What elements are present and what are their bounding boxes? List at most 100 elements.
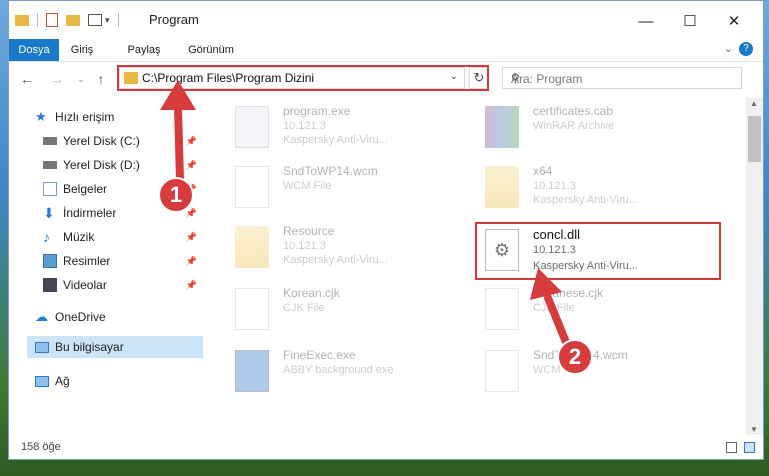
step-2-badge: 2 (557, 339, 593, 375)
tab-giris[interactable]: Giriş (61, 39, 103, 61)
sidebar-item-label: Ağ (55, 374, 70, 388)
window-title: Program (149, 12, 199, 27)
sidebar-item-label: İndirmeler (63, 206, 117, 220)
file-item[interactable]: SndToWP14.wcm WCM File (485, 346, 725, 402)
file-company: Kaspersky Anti-Viru... (283, 134, 388, 146)
file-version: 10.121.3 (283, 120, 326, 132)
scrollbar-thumb[interactable] (748, 116, 761, 162)
tab-dosya[interactable]: Dosya (9, 39, 59, 61)
customize-toolbar-icon[interactable] (88, 14, 102, 26)
folder-icon (485, 166, 519, 208)
sidebar-item-label: Belgeler (63, 182, 108, 196)
minimize-button[interactable]: — (623, 7, 669, 35)
file-item[interactable]: Japanese.cjk CJK File (485, 284, 725, 340)
details-view-icon[interactable] (726, 442, 737, 453)
file-item[interactable]: Korean.cjk CJK File (235, 284, 475, 340)
search-icon: ⚲ (511, 71, 520, 85)
sidebar-item-videos[interactable]: Videolar 📌 (43, 274, 203, 296)
separator (117, 13, 119, 27)
document-icon (485, 288, 519, 330)
sidebar-item-label: Yerel Disk (C:) (63, 134, 140, 148)
pictures-icon (43, 254, 57, 268)
sidebar-item-this-pc[interactable]: Bu bilgisayar (27, 336, 203, 358)
properties-icon[interactable] (46, 13, 58, 27)
up-button[interactable]: ↑ (91, 69, 111, 89)
folder-item[interactable]: Resource 10.121.3 Kaspersky Anti-Viru... (235, 222, 475, 278)
pin-icon[interactable]: 📌 (186, 232, 197, 243)
forward-button[interactable]: → (47, 69, 67, 89)
scroll-down-icon[interactable]: ▼ (750, 425, 758, 434)
sidebar-item-label: Videolar (63, 278, 107, 292)
file-name: program.exe (283, 104, 351, 118)
pin-icon[interactable]: 📌 (186, 136, 197, 147)
sidebar-item-onedrive[interactable]: ☁ OneDrive (35, 306, 203, 328)
pin-icon[interactable]: 📌 (186, 280, 197, 291)
back-button[interactable]: ← (17, 69, 37, 89)
sidebar-item-label: Yerel Disk (D:) (63, 158, 140, 172)
folder-item[interactable]: x64 10.121.3 Kaspersky Anti-Viru... (485, 162, 725, 218)
item-count: 158 öğe (21, 441, 61, 453)
explorer-window: ▾ Program — ☐ ✕ Dosya Giriş Paylaş Görün… (8, 0, 764, 460)
maximize-button[interactable]: ☐ (667, 7, 713, 35)
recent-locations-button[interactable]: ⌄ (71, 69, 91, 89)
sidebar-item-music[interactable]: ♪ Müzik 📌 (43, 226, 203, 248)
file-name: x64 (533, 164, 553, 178)
file-name: Japanese.cjk (533, 286, 604, 300)
search-box[interactable]: Ara: Program ⚲ (502, 67, 742, 89)
file-item[interactable]: program.exe 10.121.3 Kaspersky Anti-Viru… (235, 102, 475, 158)
quick-access-toolbar: ▾ (15, 11, 119, 29)
sidebar-item-network[interactable]: Ağ (35, 370, 203, 392)
videos-icon (43, 278, 57, 292)
file-type: ABBY background exe (283, 364, 394, 376)
navigation-pane: ★ Hızlı erişim Yerel Disk (C:) 📌 Yerel D… (9, 98, 205, 435)
sidebar-item-pictures[interactable]: Resimler 📌 (43, 250, 203, 272)
music-icon: ♪ (43, 229, 50, 245)
exe-file-icon (235, 350, 269, 392)
network-icon (35, 375, 49, 387)
sidebar-item-quick-access[interactable]: ★ Hızlı erişim (35, 106, 229, 128)
expand-ribbon-icon[interactable]: ⌄ (724, 42, 733, 55)
file-item[interactable]: FineExec.exe ABBY background exe (235, 346, 475, 402)
ribbon: Dosya Giriş Paylaş Görünüm ⌄ ? (9, 39, 763, 62)
tiles-view-icon[interactable] (744, 442, 755, 453)
file-version: 10.121.3 (533, 180, 576, 192)
new-folder-icon[interactable] (66, 14, 80, 26)
file-item[interactable]: certificates.cab WinRAR Archive (485, 102, 725, 158)
file-name: Korean.cjk (283, 286, 340, 300)
tab-gorunum[interactable]: Görünüm (181, 39, 241, 61)
close-button[interactable]: ✕ (711, 7, 757, 35)
address-highlight-box (117, 65, 489, 91)
file-name: SndToWP14.wcm (283, 164, 378, 178)
step-1-badge: 1 (158, 177, 194, 213)
document-icon (235, 166, 269, 208)
chevron-down-icon[interactable]: ▾ (105, 15, 110, 26)
pin-icon[interactable]: 📌 (186, 160, 197, 171)
pin-icon[interactable]: 📌 (186, 208, 197, 219)
sidebar-item-label: Müzik (63, 230, 95, 244)
tab-paylas[interactable]: Paylaş (117, 39, 171, 61)
scroll-up-icon[interactable]: ▲ (750, 99, 758, 108)
computer-icon (35, 341, 49, 353)
file-company: Kaspersky Anti-Viru... (533, 194, 638, 206)
file-version: 10.121.3 (283, 240, 326, 252)
sidebar-item-label: Bu bilgisayar (55, 340, 124, 354)
pin-icon[interactable]: 📌 (186, 256, 197, 267)
file-highlight-box (475, 222, 721, 280)
download-icon: ⬇ (43, 205, 55, 221)
file-item[interactable]: SndToWP14.wcm WCM File (235, 162, 475, 218)
documents-icon (43, 182, 57, 196)
document-icon (235, 288, 269, 330)
sidebar-item-local-disk-d[interactable]: Yerel Disk (D:) 📌 (43, 154, 203, 176)
navigation-bar: ← → ⌄ ↑ C:\Program Files\Program Dizini … (9, 62, 763, 96)
sidebar-item-local-disk-c[interactable]: Yerel Disk (C:) 📌 (43, 130, 203, 152)
folder-icon (235, 226, 269, 268)
document-icon (485, 350, 519, 392)
drive-icon (43, 137, 57, 145)
help-icon[interactable]: ? (739, 42, 753, 56)
file-name: certificates.cab (533, 104, 614, 118)
file-name: FineExec.exe (283, 348, 356, 362)
folder-icon[interactable] (15, 14, 29, 26)
title-bar: ▾ Program — ☐ ✕ (9, 1, 763, 39)
file-type: CJK File (283, 302, 325, 314)
vertical-scrollbar[interactable]: ▲ ▼ (746, 98, 763, 435)
